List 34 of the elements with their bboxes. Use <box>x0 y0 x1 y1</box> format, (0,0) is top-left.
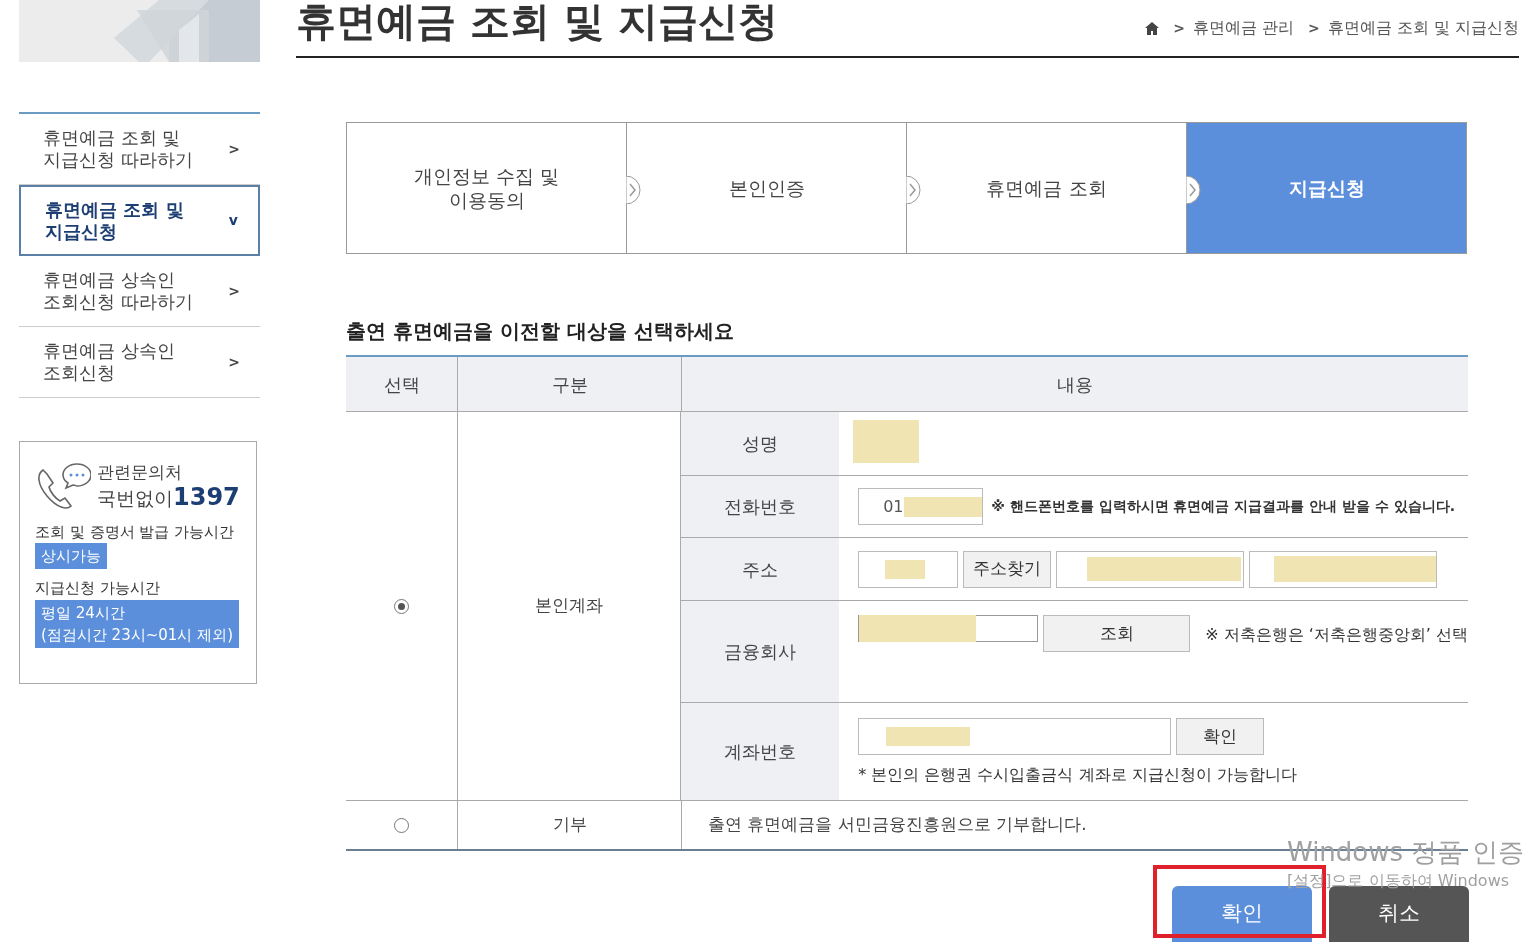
column-header: 내용 <box>1056 372 1094 397</box>
column-header: 구분 <box>458 357 682 411</box>
hours-label: 지급신청 가능시간 <box>35 578 160 599</box>
bank-note: ※ 저축은행은 ‘저축은행중앙회’ 선택 <box>1205 624 1468 646</box>
column-header: 선택 <box>346 357 458 411</box>
hours-label: 조회 및 증명서 발급 가능시간 <box>35 521 235 543</box>
section-heading: 출연 휴면예금을 이전할 대상을 선택하세요 <box>346 318 735 345</box>
address-search-button[interactable]: 주소찾기 <box>963 550 1052 588</box>
sidebar-item[interactable]: 휴면예금 조회 및 지급신청 v <box>19 185 260 256</box>
field-label: 계좌번호 <box>681 703 840 800</box>
account-confirm-button[interactable]: 확인 <box>1176 718 1265 755</box>
table-cell-text: 출연 휴면예금을 서민금융진흥원으로 기부합니다. <box>707 813 1088 837</box>
sidebar-item[interactable]: 휴면예금 상속인 조회신청 따라하기 > <box>19 256 260 327</box>
breadcrumb-link[interactable]: 휴면예금 조회 및 지급신청 <box>1327 16 1519 40</box>
sidebar-item[interactable]: 휴면예금 상속인 조회신청 > <box>19 327 260 398</box>
field-label: 전화번호 <box>681 476 840 537</box>
bank-search-button[interactable]: 조회 <box>1043 615 1191 652</box>
hours-badge: 평일 24시간 (점검시간 23시~01시 제외) <box>35 599 239 648</box>
field-label: 성명 <box>681 412 840 475</box>
hours-badge: 상시가능 <box>35 543 107 569</box>
account-note: * 본인의 은행권 수시입출금식 계좌로 지급신청이 가능합니다 <box>858 764 1298 786</box>
phone-note: ※ 핸드폰번호를 입력하시면 휴면예금 지급결과를 안내 받을 수 있습니다. <box>991 497 1456 516</box>
sidebar-item[interactable]: 휴면예금 조회 및 지급신청 따라하기 > <box>19 114 260 185</box>
field-label: 금융회사 <box>681 601 840 702</box>
phone-field[interactable]: 01 <box>858 488 984 525</box>
breadcrumb-separator: > <box>1173 18 1185 38</box>
contact-number: 1397 <box>173 482 240 512</box>
contact-prefix: 국번없이 <box>97 486 173 511</box>
contact-title: 관련문의처 <box>97 462 183 482</box>
table-cell: 기부 <box>458 801 682 849</box>
breadcrumb-link[interactable]: 휴면예금 관리 <box>1192 16 1294 40</box>
page-title: 휴면예금 조회 및 지급신청 <box>296 0 778 44</box>
breadcrumb-separator: > <box>1308 18 1320 38</box>
field-label: 주소 <box>681 538 840 600</box>
